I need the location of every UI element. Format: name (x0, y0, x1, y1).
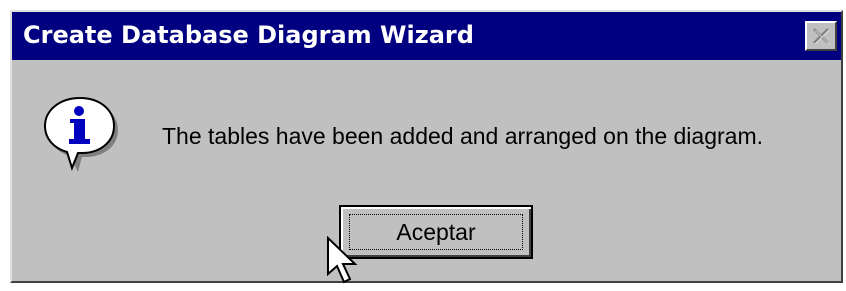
aceptar-button-label: Aceptar (396, 219, 476, 245)
window-title: Create Database Diagram Wizard (23, 21, 474, 49)
focus-rectangle: Aceptar (349, 214, 523, 250)
message-text: The tables have been added and arranged … (162, 123, 763, 149)
aceptar-button[interactable]: Aceptar (339, 205, 533, 259)
close-button[interactable] (805, 21, 837, 51)
close-x-icon (813, 28, 830, 45)
title-bar[interactable]: Create Database Diagram Wizard (12, 12, 841, 60)
mouse-pointer-icon (326, 235, 360, 291)
wizard-dialog: Create Database Diagram Wizard The table… (10, 10, 843, 283)
information-icon (42, 94, 122, 181)
